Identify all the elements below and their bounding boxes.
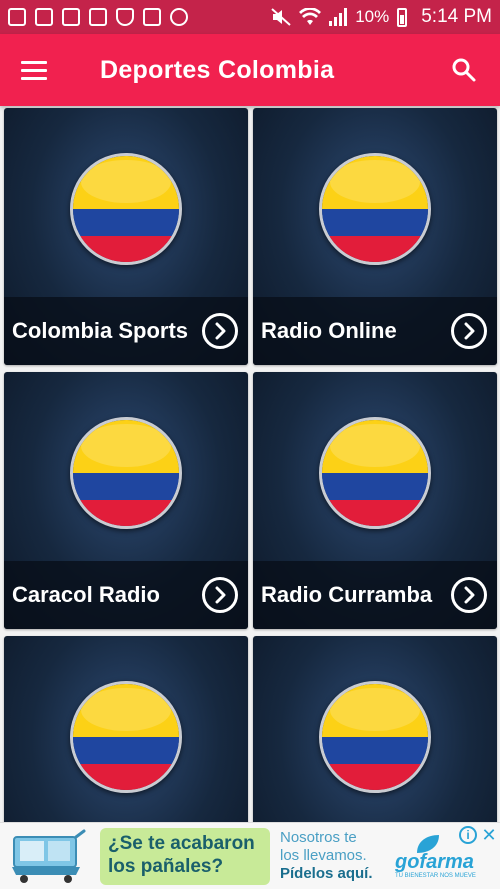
station-label: Colombia Sports (12, 318, 189, 343)
colombia-flag-icon (319, 153, 431, 265)
ad-headline-line: los pañales? (108, 856, 224, 877)
screenshot-icon (8, 8, 26, 26)
ad-message-line: Nosotros te (280, 829, 357, 846)
ad-cta: Pídelos aquí. (280, 865, 373, 882)
ad-headline-line: ¿Se te acabaron (108, 833, 255, 854)
ad-message-line: Pídelos aquí. (280, 865, 390, 883)
page-title: Deportes Colombia (100, 55, 335, 84)
station-card[interactable]: Colombia Sports (4, 108, 248, 365)
ad-message-line: los llevamos. (280, 847, 367, 864)
station-caption: Radio Curramba (253, 561, 497, 629)
mute-icon (271, 8, 291, 26)
station-card[interactable]: Caracol Radio (4, 372, 248, 629)
chevron-right-icon[interactable] (202, 577, 238, 613)
menu-icon-bar (21, 60, 47, 64)
shield-icon (116, 8, 134, 26)
ad-close-icon[interactable]: ✕ (480, 826, 498, 844)
station-grid: Colombia Sports Radio Online Caracol Rad… (0, 106, 500, 822)
search-button[interactable] (436, 34, 492, 106)
station-card[interactable]: Radio Curramba (253, 372, 497, 629)
app-bar: Deportes Colombia (0, 34, 500, 106)
status-bar: 10% 5:14 PM (0, 0, 500, 34)
chevron-right-icon[interactable] (202, 313, 238, 349)
chevron-right-icon[interactable] (451, 577, 487, 613)
station-label: Caracol Radio (12, 582, 160, 607)
ad-info-icon[interactable]: i (459, 826, 477, 844)
station-caption: Colombia Sports (4, 297, 248, 365)
radio-icon-2 (62, 8, 80, 26)
ad-message: Nosotros te los llevamos. Pídelos aquí. (280, 829, 390, 883)
signal-icon (329, 8, 348, 26)
ad-headline: ¿Se te acabaron los pañales? (100, 828, 270, 885)
shopping-cart-icon (12, 829, 86, 883)
image-icon (89, 8, 107, 26)
wifi-icon (299, 8, 322, 25)
colombia-flag-icon (319, 681, 431, 793)
station-label: Radio Online (261, 318, 397, 343)
ad-brand-name: gofarma (395, 851, 474, 873)
station-caption: Radio Online (253, 297, 497, 365)
colombia-flag-icon (70, 681, 182, 793)
radio-icon (35, 8, 53, 26)
menu-button[interactable] (4, 34, 64, 106)
battery-icon (397, 7, 408, 27)
chevron-right-icon[interactable] (451, 313, 487, 349)
station-caption: Caracol Radio (4, 561, 248, 629)
station-card[interactable] (4, 636, 248, 822)
station-card[interactable]: Radio Online (253, 108, 497, 365)
menu-icon-bar (21, 68, 47, 72)
system-icons: 10% 5:14 PM (271, 6, 492, 28)
battery-percent: 10% (355, 7, 390, 26)
ad-brand-tagline: TU BIENESTAR NOS MUEVE (395, 873, 476, 879)
station-label: Radio Curramba (261, 582, 433, 607)
clock: 5:14 PM (421, 6, 492, 27)
voicemail-icon (143, 8, 161, 26)
colombia-flag-icon (70, 417, 182, 529)
colombia-flag-icon (70, 153, 182, 265)
chat-icon (170, 8, 188, 26)
ad-banner[interactable]: ¿Se te acabaron los pañales? Nosotros te… (0, 822, 500, 889)
notification-icons (8, 8, 271, 26)
colombia-flag-icon (319, 417, 431, 529)
station-card[interactable] (253, 636, 497, 822)
search-icon (452, 58, 476, 82)
menu-icon-bar (21, 76, 47, 80)
